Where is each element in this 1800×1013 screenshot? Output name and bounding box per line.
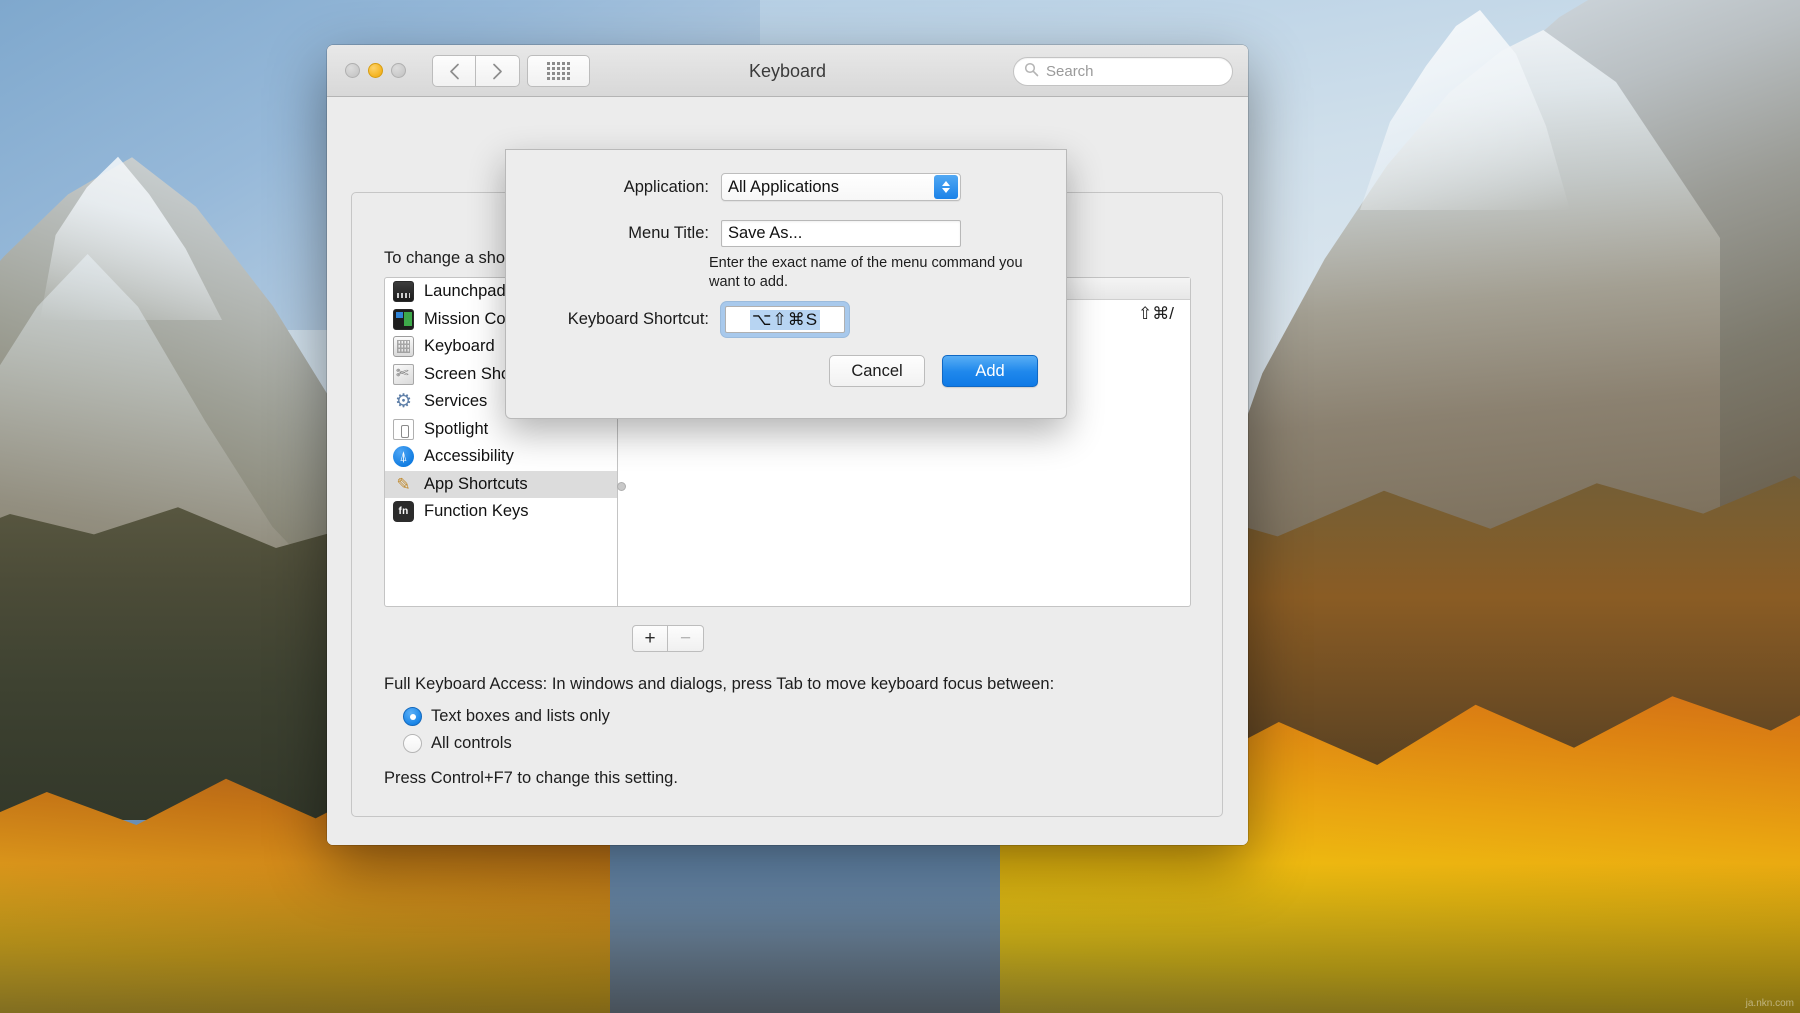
application-value: All Applications — [728, 178, 839, 197]
accessibility-icon — [393, 446, 414, 467]
sidebar-item-spotlight[interactable]: Spotlight — [385, 416, 617, 444]
wallpaper-watermark: ja.nkn.com — [1746, 998, 1794, 1009]
chevron-left-icon — [449, 63, 460, 80]
radio-all-controls[interactable]: All controls — [403, 734, 512, 753]
preferences-content: To change a shortcut, select it, click t… — [327, 97, 1248, 845]
application-select[interactable]: All Applications — [721, 173, 961, 201]
chevron-right-icon — [492, 63, 503, 80]
shortcut-keys[interactable]: ⇧⌘/ — [1138, 304, 1174, 324]
close-button[interactable] — [345, 63, 360, 78]
keyboard-shortcut-row: Keyboard Shortcut: ⌥⇧⌘S — [506, 302, 1066, 337]
application-row: Application: All Applications — [506, 173, 1066, 201]
search-field[interactable] — [1013, 57, 1233, 86]
split-view-handle[interactable] — [617, 482, 626, 491]
keyboard-shortcut-input[interactable]: ⌥⇧⌘S — [725, 306, 845, 333]
minimize-button[interactable] — [368, 63, 383, 78]
menu-title-label: Menu Title: — [506, 224, 709, 243]
sidebar-item-accessibility[interactable]: Accessibility — [385, 443, 617, 471]
application-label: Application: — [506, 178, 709, 197]
search-icon — [1024, 62, 1039, 82]
show-all-button[interactable] — [527, 55, 590, 87]
menu-title-hint: Enter the exact name of the menu command… — [709, 254, 1039, 292]
spotlight-icon — [393, 419, 414, 440]
traffic-light-group — [345, 63, 406, 78]
launchpad-icon — [393, 281, 414, 302]
cancel-button[interactable]: Cancel — [829, 355, 925, 387]
sidebar-item-label: Function Keys — [424, 502, 529, 521]
remove-shortcut-button[interactable]: − — [668, 625, 704, 652]
sidebar-item-label: Keyboard — [424, 337, 495, 356]
sidebar-item-label: App Shortcuts — [424, 475, 528, 494]
add-button[interactable]: Add — [942, 355, 1038, 387]
keyboard-icon — [393, 336, 414, 357]
back-button[interactable] — [432, 55, 476, 87]
search-input[interactable] — [1046, 63, 1222, 80]
window-titlebar: Keyboard — [327, 45, 1248, 97]
chevron-up-down-icon[interactable] — [934, 175, 958, 199]
sidebar-item-label: Spotlight — [424, 420, 488, 439]
radio-text-boxes-and-lists-only[interactable]: Text boxes and lists only — [403, 707, 610, 726]
menu-title-input[interactable]: Save As... — [721, 220, 961, 247]
navigation-buttons — [432, 55, 520, 87]
menu-title-value: Save As... — [728, 224, 802, 243]
add-app-shortcut-sheet: Application: All Applications Menu Title… — [505, 149, 1067, 419]
radio-label: Text boxes and lists only — [431, 707, 610, 726]
sidebar-item-app-shortcuts[interactable]: ✎ App Shortcuts — [385, 471, 617, 499]
radio-button-selected-icon[interactable] — [403, 707, 422, 726]
system-preferences-window: Keyboard To change a shortcut, select it… — [327, 45, 1248, 845]
keyboard-shortcut-focus-ring: ⌥⇧⌘S — [721, 302, 849, 337]
sheet-button-group: Cancel Add — [829, 355, 1038, 387]
zoom-button[interactable] — [391, 63, 406, 78]
radio-label: All controls — [431, 734, 512, 753]
radio-button-icon[interactable] — [403, 734, 422, 753]
list-edit-buttons: + − — [632, 625, 704, 652]
menu-title-row: Menu Title: Save As... — [506, 220, 1066, 247]
keyboard-shortcut-value: ⌥⇧⌘S — [750, 310, 820, 330]
grid-icon — [547, 62, 570, 80]
wallpaper-foreground-shade — [0, 863, 1800, 1013]
full-keyboard-access-label: Full Keyboard Access: In windows and dia… — [384, 675, 1054, 694]
sidebar-item-label: Services — [424, 392, 487, 411]
control-f7-note: Press Control+F7 to change this setting. — [384, 769, 678, 788]
sidebar-item-function-keys[interactable]: fn Function Keys — [385, 498, 617, 526]
fn-icon: fn — [393, 501, 414, 522]
mission-control-icon — [393, 309, 414, 330]
add-shortcut-button[interactable]: + — [632, 625, 668, 652]
screenshot-icon — [393, 364, 414, 385]
gear-icon: ⚙ — [393, 391, 414, 412]
sidebar-item-label: Accessibility — [424, 447, 514, 466]
keyboard-shortcut-label: Keyboard Shortcut: — [506, 310, 709, 329]
app-shortcuts-icon: ✎ — [393, 474, 414, 495]
forward-button[interactable] — [476, 55, 520, 87]
